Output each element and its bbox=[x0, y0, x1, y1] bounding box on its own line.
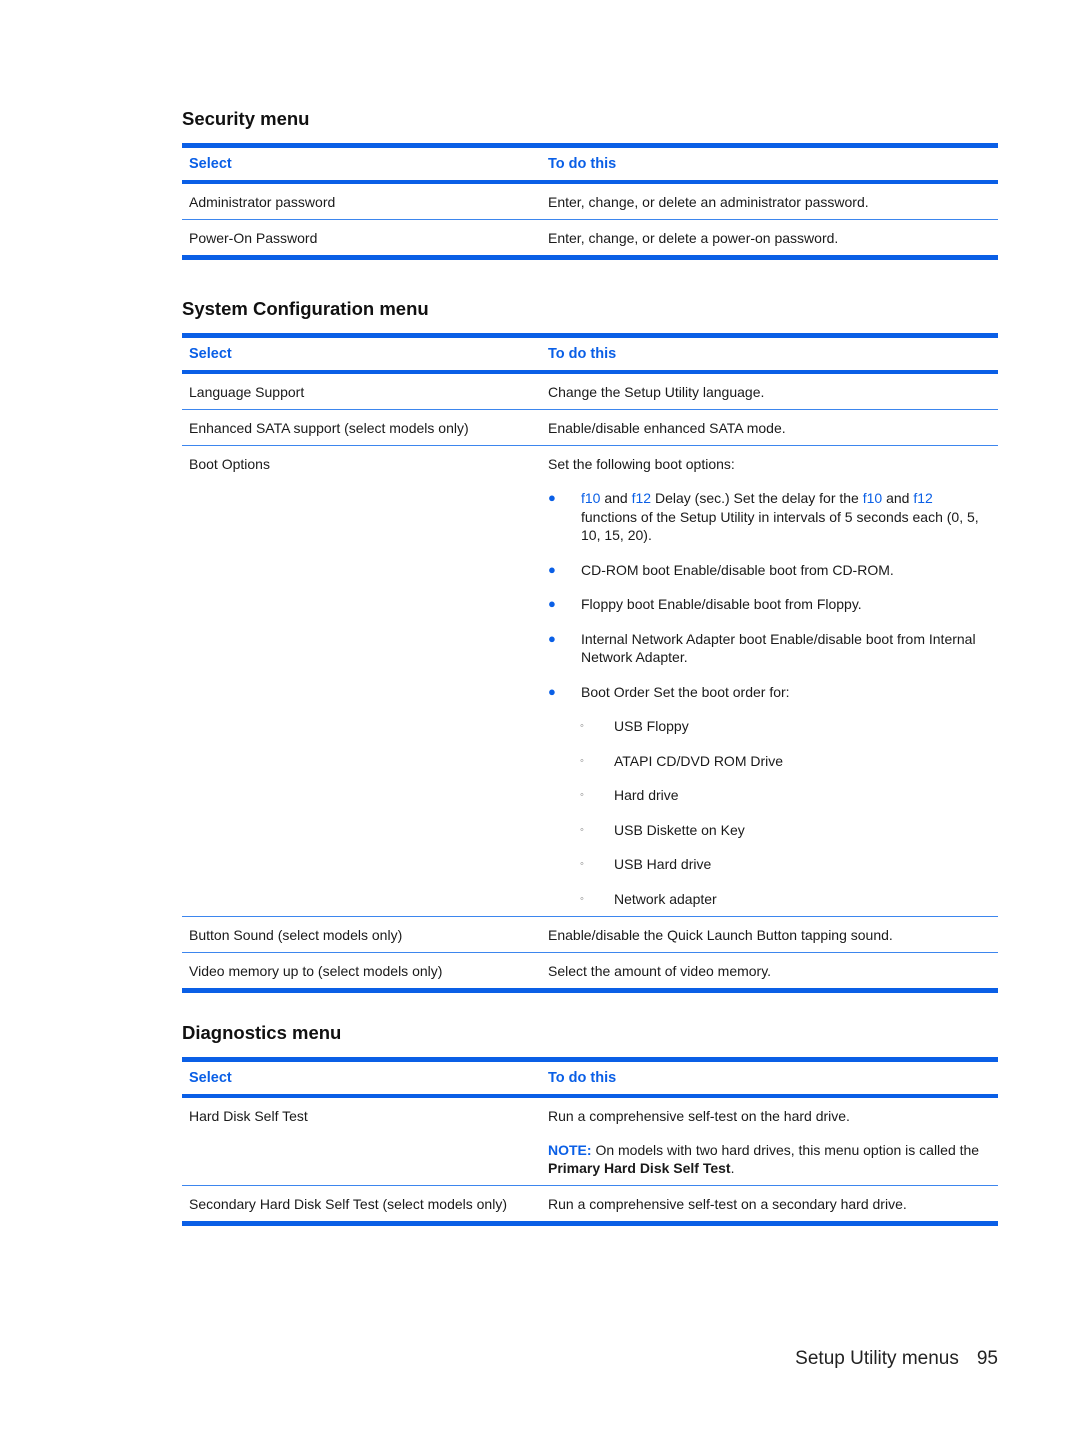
system-configuration-menu-title: System Configuration menu bbox=[182, 298, 429, 319]
table-header-row: Select To do this bbox=[182, 1059, 998, 1096]
note-label: NOTE: bbox=[548, 1142, 592, 1158]
cell-action: Run a comprehensive self-test on a secon… bbox=[548, 1196, 907, 1212]
list-item: ◦ ATAPI CD/DVD ROM Drive bbox=[548, 752, 991, 771]
cell-select: Enhanced SATA support (select models onl… bbox=[189, 420, 469, 436]
text: ATAPI CD/DVD ROM Drive bbox=[614, 752, 784, 769]
cell-action: Enable/disable enhanced SATA mode. bbox=[548, 420, 786, 436]
cell-action: Run a comprehensive self-test on the har… bbox=[541, 1096, 998, 1186]
cell-select: Hard Disk Self Test bbox=[189, 1108, 308, 1124]
note-bold: Primary Hard Disk Self Test bbox=[548, 1160, 731, 1176]
key-f10: f10 bbox=[581, 490, 601, 506]
column-header-select: Select bbox=[189, 156, 232, 172]
note-end: . bbox=[730, 1160, 735, 1176]
list-item: ● CD-ROM boot Enable/disable boot from CD… bbox=[548, 561, 991, 580]
cell-select: Boot Options bbox=[189, 456, 270, 472]
table-row: Secondary Hard Disk Self Test (select mo… bbox=[182, 1186, 998, 1224]
text: Boot Order Set the boot order for: bbox=[581, 683, 790, 700]
bullet-icon: ● bbox=[548, 561, 556, 577]
bullet-icon: ● bbox=[548, 683, 556, 699]
boot-order-list: ◦ USB Floppy ◦ ATAPI CD/DVD ROM Drive ◦ Har… bbox=[548, 717, 991, 908]
cell-action: Enter, change, or delete a power-on pass… bbox=[548, 230, 839, 246]
text: Internal Network Adapter boot Enable/dis… bbox=[581, 630, 976, 666]
list-item: ● f10 and f12 Delay (sec.) Set the delay … bbox=[548, 489, 991, 545]
table-header-row: Select To do this bbox=[182, 335, 998, 372]
list-item: ● Internal Network Adapter boot Enable/di… bbox=[548, 630, 991, 667]
cell-select: Button Sound (select models only) bbox=[189, 927, 403, 943]
boot-options-intro: Set the following boot options: bbox=[548, 456, 735, 472]
system-configuration-menu-table: Select To do this Language Support Chang… bbox=[182, 333, 998, 993]
text: Hard drive bbox=[614, 787, 679, 803]
security-menu-table: Select To do this Administrator password… bbox=[182, 143, 998, 260]
cell-select: Language Support bbox=[189, 384, 305, 400]
list-item: ◦ USB Hard drive bbox=[548, 855, 991, 874]
list-item: ◦ USB Diskette on Key bbox=[548, 821, 991, 840]
cell-select: Administrator password bbox=[189, 194, 336, 210]
key-f12: f12 bbox=[913, 490, 933, 506]
bullet-icon: ● bbox=[548, 490, 556, 505]
table-row: Power-On Password Enter, change, or dele… bbox=[182, 220, 998, 258]
cell-action: Change the Setup Utility language. bbox=[548, 384, 765, 400]
list-item: ◦ USB Floppy bbox=[548, 717, 991, 736]
key-f10: f10 bbox=[862, 490, 883, 506]
text: USB Floppy bbox=[614, 718, 689, 734]
key-f12: f12 bbox=[631, 490, 652, 506]
action-text: Run a comprehensive self-test on the har… bbox=[548, 1108, 850, 1124]
column-header-action: To do this bbox=[548, 1070, 617, 1086]
text: Delay (sec.) Set the delay for the bbox=[651, 490, 863, 506]
circle-bullet-icon: ◦ bbox=[580, 754, 584, 767]
cell-action: Set the following boot options: ● f10 and… bbox=[541, 446, 998, 917]
bullet-icon: ● bbox=[548, 630, 556, 646]
boot-options-list: ● f10 and f12 Delay (sec.) Set the delay … bbox=[548, 489, 991, 701]
table-header-row: Select To do this bbox=[182, 145, 998, 182]
diagnostics-menu-title: Diagnostics menu bbox=[182, 1022, 342, 1043]
diagnostics-menu-table: Select To do this Hard Disk Self Test Ru… bbox=[182, 1057, 998, 1226]
text: and bbox=[882, 490, 914, 506]
cell-action: Select the amount of video memory. bbox=[548, 963, 772, 979]
footer-section-title: Setup Utility menus bbox=[795, 1348, 959, 1369]
table-row: Enhanced SATA support (select models onl… bbox=[182, 410, 998, 446]
column-header-action: To do this bbox=[548, 156, 617, 172]
list-item: ● Floppy boot Enable/disable boot from Fl… bbox=[548, 595, 991, 614]
page-number: 95 bbox=[976, 1348, 998, 1369]
circle-bullet-icon: ◦ bbox=[580, 720, 584, 732]
bullet-icon: ● bbox=[548, 596, 556, 611]
note: NOTE: On models with two hard drives, th… bbox=[548, 1141, 991, 1177]
table-row: Boot Options Set the following boot opti… bbox=[182, 446, 998, 917]
text: CD-ROM boot Enable/disable boot from CD-… bbox=[581, 561, 894, 578]
circle-bullet-icon: ◦ bbox=[580, 892, 584, 905]
text: and bbox=[600, 490, 632, 506]
note-text: On models with two hard drives, this men… bbox=[591, 1142, 980, 1158]
table-row: Hard Disk Self Test Run a comprehensive … bbox=[182, 1096, 998, 1186]
circle-bullet-icon: ◦ bbox=[580, 823, 584, 836]
cell-action: Enable/disable the Quick Launch Button t… bbox=[548, 927, 893, 943]
cell-select: Power-On Password bbox=[189, 230, 318, 246]
list-item: ● Boot Order Set the boot order for: bbox=[548, 683, 991, 702]
table-row: Administrator password Enter, change, or… bbox=[182, 182, 998, 220]
text: Floppy boot Enable/disable boot from Flo… bbox=[581, 596, 862, 612]
text: functions of the Setup Utility in interv… bbox=[581, 508, 979, 544]
text: USB Hard drive bbox=[614, 856, 712, 872]
page-footer: Setup Utility menus 95 bbox=[795, 1348, 998, 1370]
table-row: Video memory up to (select models only) … bbox=[182, 953, 998, 991]
circle-bullet-icon: ◦ bbox=[580, 789, 584, 801]
table-row: Button Sound (select models only) Enable… bbox=[182, 917, 998, 953]
cell-action: Enter, change, or delete an administrato… bbox=[548, 194, 869, 210]
column-header-select: Select bbox=[189, 1070, 232, 1086]
table-row: Language Support Change the Setup Utilit… bbox=[182, 372, 998, 410]
column-header-select: Select bbox=[189, 346, 232, 362]
circle-bullet-icon: ◦ bbox=[580, 858, 584, 870]
text: Network adapter bbox=[614, 890, 717, 907]
cell-select: Video memory up to (select models only) bbox=[189, 963, 443, 979]
text: USB Diskette on Key bbox=[614, 821, 745, 838]
security-menu-title: Security menu bbox=[182, 108, 310, 129]
cell-select: Secondary Hard Disk Self Test (select mo… bbox=[189, 1196, 507, 1212]
list-item: ◦ Hard drive bbox=[548, 786, 991, 805]
list-item: ◦ Network adapter bbox=[548, 890, 991, 909]
column-header-action: To do this bbox=[548, 346, 617, 362]
